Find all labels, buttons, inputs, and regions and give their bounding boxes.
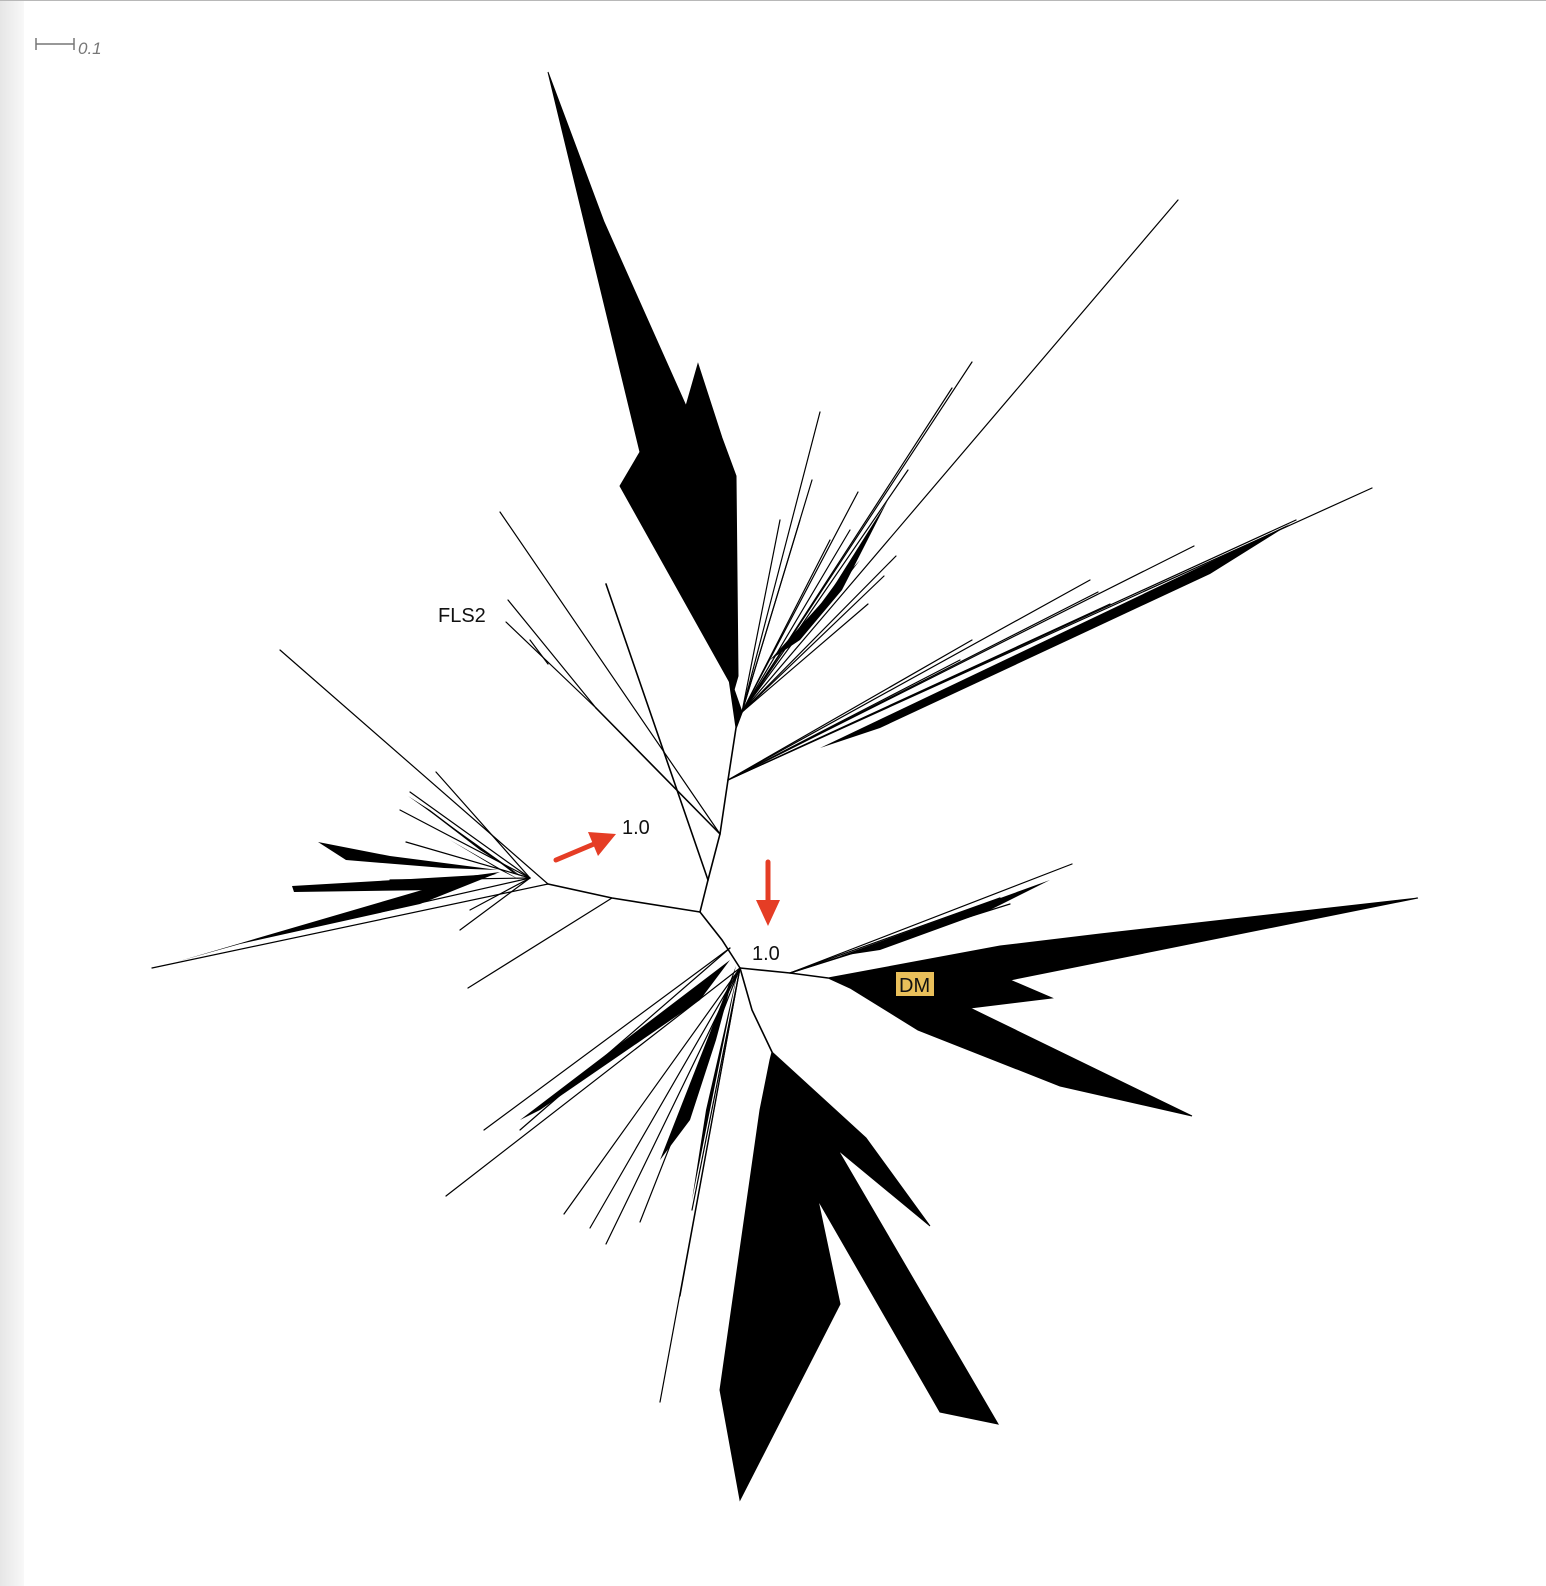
dm-label: DM bbox=[899, 975, 930, 997]
phylogenetic-tree: 0.1 FLS2 1.0 1.0 DM bbox=[35, 38, 1419, 1502]
fls2-label: FLS2 bbox=[438, 605, 486, 627]
clade-top bbox=[547, 71, 743, 729]
clade-lower-left-dense bbox=[520, 960, 738, 1200]
support-arrow-left bbox=[553, 832, 616, 863]
scale-bar: 0.1 bbox=[35, 38, 102, 58]
clade-left bbox=[151, 649, 549, 969]
clade-lower-left bbox=[445, 897, 741, 1403]
clade-upper-right bbox=[741, 199, 1179, 713]
dm-label-group: DM bbox=[896, 972, 934, 997]
scale-bar-label: 0.1 bbox=[78, 39, 102, 58]
clade-left-filled bbox=[176, 796, 524, 962]
clade-bottom bbox=[719, 1051, 999, 1502]
support-arrow-down bbox=[756, 859, 780, 926]
tree-backbone bbox=[547, 583, 829, 1053]
support-value-left: 1.0 bbox=[622, 817, 650, 839]
support-value-right: 1.0 bbox=[752, 943, 780, 965]
